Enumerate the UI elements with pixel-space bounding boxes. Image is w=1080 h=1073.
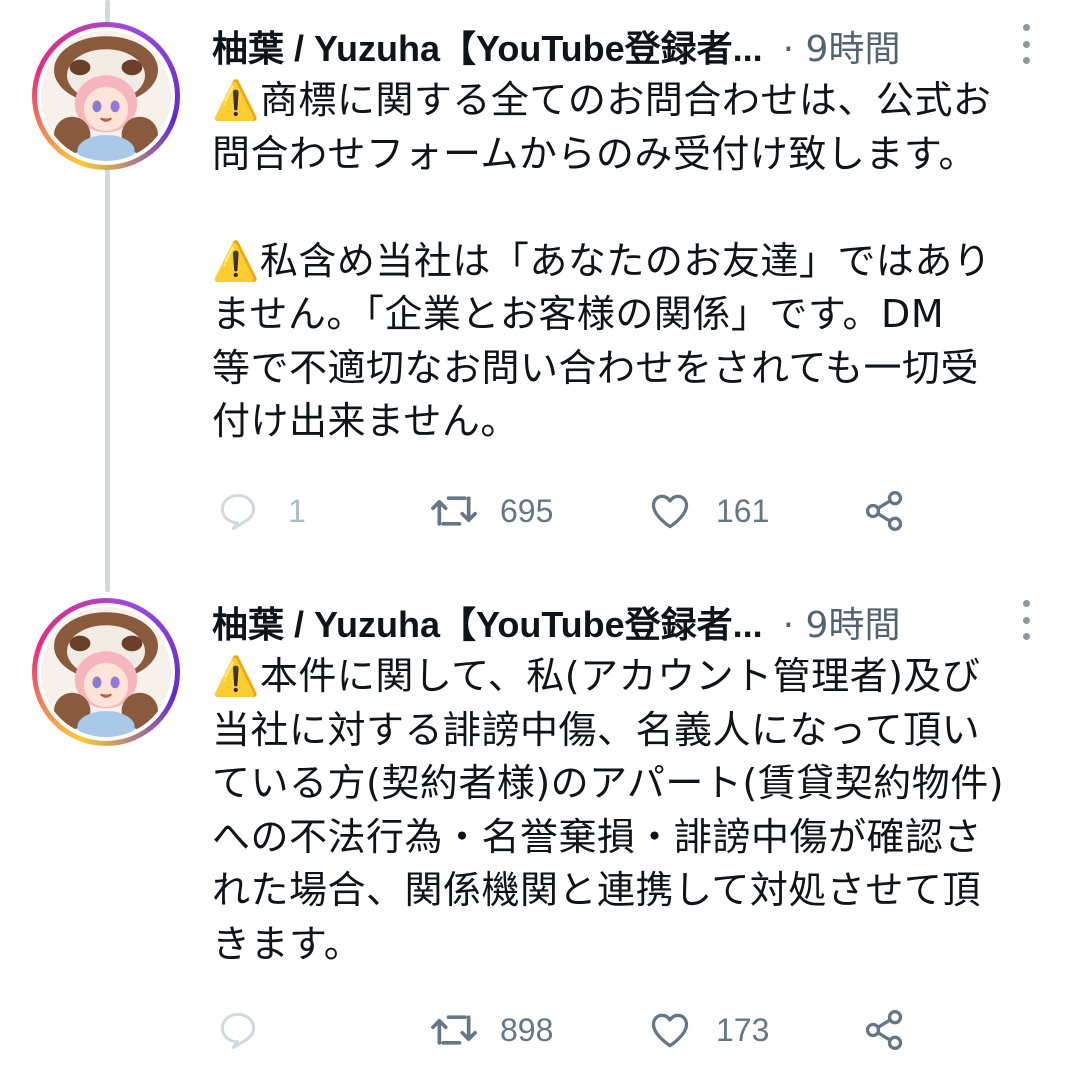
reply-icon [220,493,256,531]
avatar[interactable] [32,22,180,170]
tweet-header: 柚葉 / Yuzuha【YouTube登録者... · 9時間 [212,594,1040,650]
tweet[interactable]: 柚葉 / Yuzuha【YouTube登録者... · 9時間 ⚠️本件に関して… [0,576,1080,1073]
author-name[interactable]: 柚葉 / Yuzuha【YouTube登録者... [212,596,763,648]
tweet-timestamp[interactable]: · 9時間 [783,596,901,648]
reply-button[interactable] [216,1005,288,1055]
author-name[interactable]: 柚葉 / Yuzuha【YouTube登録者... [212,20,763,72]
avatar-image [41,607,171,737]
retweet-icon [431,1015,477,1045]
share-icon [865,491,903,531]
more-options-icon[interactable] [1020,24,1032,64]
tweet[interactable]: 柚葉 / Yuzuha【YouTube登録者... · 9時間 ⚠️商標に関する… [0,0,1080,592]
avatar-image [41,31,171,161]
tweet-timestamp[interactable]: · 9時間 [783,20,901,72]
retweet-button[interactable]: 695 [428,486,553,536]
like-icon [651,494,689,529]
like-count: 173 [716,1011,770,1048]
share-icon [865,1010,903,1050]
share-button[interactable] [862,1005,906,1055]
retweet-count: 898 [500,1011,554,1048]
tweet-actions: 898 173 [212,1005,972,1055]
avatar[interactable] [32,598,180,746]
reply-count: 1 [288,492,306,529]
tweet-actions: 1 695 161 [212,486,972,536]
retweet-icon [431,496,477,526]
like-button[interactable]: 161 [648,486,769,536]
like-count: 161 [716,492,770,529]
reply-icon [220,1012,256,1050]
retweet-button[interactable]: 898 [428,1005,553,1055]
like-icon [651,1013,689,1048]
like-button[interactable]: 173 [648,1005,769,1055]
tweet-text: ⚠️商標に関する全てのお問合わせは、公式お 問合わせフォームからのみ受付け致しま… [212,78,992,443]
share-button[interactable] [862,486,906,536]
reply-button[interactable]: 1 [216,486,306,536]
tweet-header: 柚葉 / Yuzuha【YouTube登録者... · 9時間 [212,18,1040,74]
tweet-text: ⚠️本件に関して、私(アカウント管理者)及び 当社に対する誹謗中傷、名義人になっ… [212,654,1005,966]
more-options-icon[interactable] [1020,600,1032,640]
retweet-count: 695 [500,492,554,529]
